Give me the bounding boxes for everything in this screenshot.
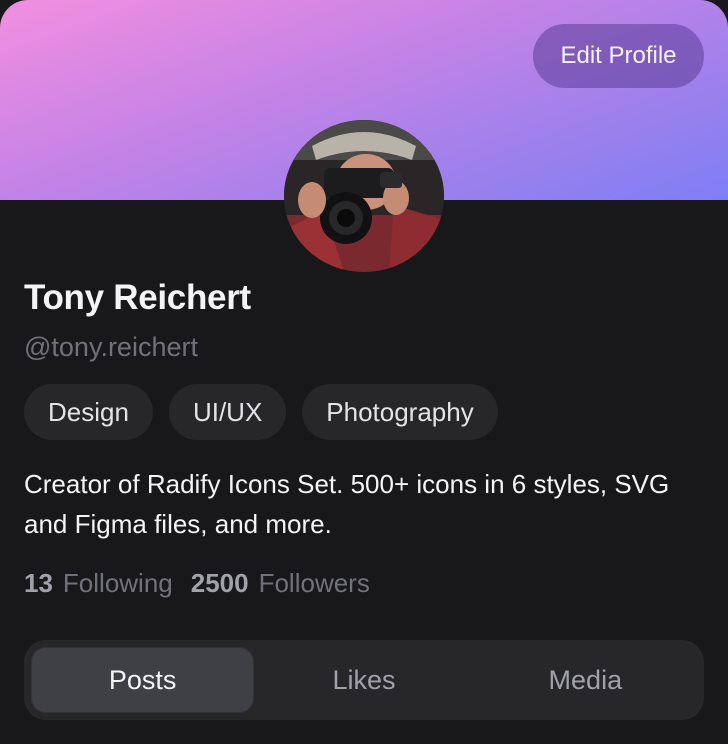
tab-posts[interactable]: Posts — [32, 648, 254, 712]
tag-design[interactable]: Design — [24, 384, 153, 440]
tab-likes[interactable]: Likes — [253, 648, 474, 712]
tag-photography[interactable]: Photography — [302, 384, 498, 440]
followers-count[interactable]: 2500 — [191, 568, 249, 599]
avatar[interactable] — [284, 120, 444, 272]
followers-label[interactable]: Followers — [259, 568, 370, 599]
following-count[interactable]: 13 — [24, 568, 53, 599]
profile-bio: Creator of Radify Icons Set. 500+ icons … — [24, 469, 670, 539]
tab-media[interactable]: Media — [475, 648, 696, 712]
edit-profile-button[interactable]: Edit Profile — [533, 24, 704, 88]
profile-name: Tony Reichert — [24, 278, 251, 317]
avatar-photo — [284, 120, 444, 272]
profile-handle: @tony.reichert — [24, 332, 198, 362]
tag-list: Design UI/UX Photography — [24, 384, 498, 440]
profile-card: Edit Profile Tony Reichert @tony.reicher… — [0, 0, 728, 744]
profile-stats: 13 Following 2500 Followers — [24, 568, 388, 599]
tag-ui-ux[interactable]: UI/UX — [168, 384, 287, 440]
profile-tabs: Posts Likes Media — [24, 640, 704, 720]
following-label[interactable]: Following — [63, 568, 173, 599]
